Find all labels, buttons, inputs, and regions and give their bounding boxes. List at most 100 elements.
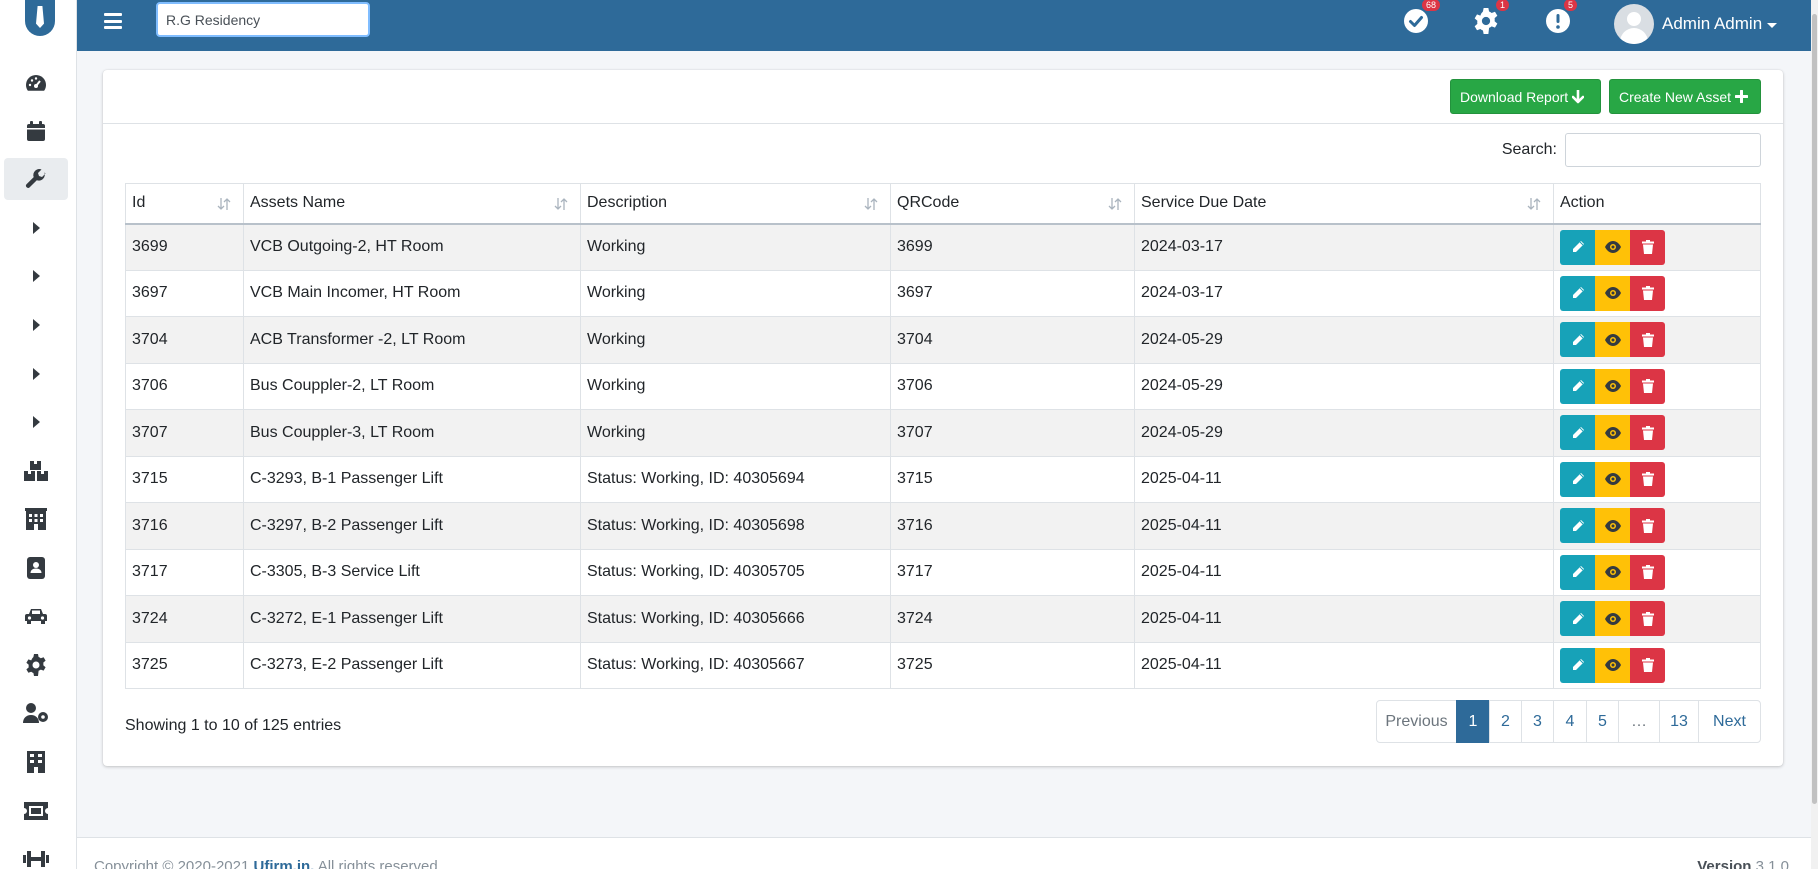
- building-icon: [27, 751, 45, 773]
- create-new-asset-button[interactable]: Create New Asset: [1609, 79, 1761, 114]
- footer-brand-link[interactable]: Ufirm.in.: [254, 858, 315, 869]
- pagination-previous[interactable]: Previous: [1376, 700, 1457, 743]
- site-selector-input[interactable]: [156, 2, 370, 37]
- sidebar-item-tickets[interactable]: [4, 790, 68, 832]
- trash-icon: [1641, 611, 1654, 626]
- card-header: Download Report Create New Asset: [103, 70, 1783, 124]
- delete-button[interactable]: [1630, 601, 1665, 637]
- cell-description: Status: Working, ID: 40305694: [580, 455, 891, 503]
- column-header-qrcode[interactable]: QRCode: [890, 183, 1135, 225]
- delete-button[interactable]: [1630, 229, 1665, 265]
- sidebar-item-settings[interactable]: [4, 644, 68, 686]
- cell-assets-name: C-3293, B-1 Passenger Lift: [243, 455, 581, 503]
- sidebar-item-vehicles[interactable]: [4, 595, 68, 637]
- delete-button[interactable]: [1630, 275, 1665, 311]
- pencil-icon: [1572, 612, 1584, 624]
- pagination-page-13[interactable]: 13: [1659, 700, 1699, 743]
- view-button[interactable]: [1595, 647, 1630, 683]
- column-header-assets-name[interactable]: Assets Name: [243, 183, 581, 225]
- arrow-down-icon: [1572, 89, 1585, 103]
- pagination-page-3[interactable]: 3: [1521, 700, 1554, 743]
- edit-button[interactable]: [1560, 368, 1595, 404]
- building-icon: [25, 508, 47, 530]
- table-row: 3725 C-3273, E-2 Passenger Lift Status: Wo…: [125, 641, 1761, 689]
- view-button[interactable]: [1595, 415, 1630, 451]
- sidebar-item-contacts[interactable]: [4, 547, 68, 589]
- sidebar-item-properties[interactable]: [4, 741, 68, 783]
- view-button[interactable]: [1595, 508, 1630, 544]
- settings-notification-button[interactable]: 1: [1472, 0, 1510, 35]
- assets-card: Download Report Create New Asset Search:…: [103, 70, 1783, 766]
- view-button[interactable]: [1595, 275, 1630, 311]
- pagination-page-1[interactable]: 1: [1456, 700, 1490, 743]
- tasks-notification-button[interactable]: 68: [1402, 0, 1441, 35]
- column-header-service-due-date[interactable]: Service Due Date: [1134, 183, 1554, 225]
- brand-logo[interactable]: [25, 0, 55, 36]
- hamburger-menu-icon[interactable]: [102, 11, 124, 31]
- cell-service-due-date: 2024-03-17: [1134, 223, 1554, 271]
- edit-button[interactable]: [1560, 229, 1595, 265]
- eye-icon: [1604, 333, 1621, 346]
- delete-button[interactable]: [1630, 368, 1665, 404]
- pagination-next[interactable]: Next: [1698, 700, 1761, 743]
- view-button[interactable]: [1595, 322, 1630, 358]
- table-row: 3715 C-3293, B-1 Passenger Lift Status: Wo…: [125, 455, 1761, 503]
- view-button[interactable]: [1595, 368, 1630, 404]
- delete-button[interactable]: [1630, 647, 1665, 683]
- sidebar-item-expand-3[interactable]: [4, 304, 68, 346]
- delete-button[interactable]: [1630, 554, 1665, 590]
- delete-button[interactable]: [1630, 322, 1665, 358]
- cell-assets-name: VCB Outgoing-2, HT Room: [243, 223, 581, 271]
- sidebar-item-calendar[interactable]: [4, 110, 68, 152]
- cell-action: [1553, 548, 1761, 596]
- cell-description: Working: [580, 409, 891, 457]
- sidebar-item-expand-1[interactable]: [4, 207, 68, 249]
- cell-service-due-date: 2025-04-11: [1134, 502, 1554, 550]
- column-header-id[interactable]: Id: [125, 183, 244, 225]
- sidebar-item-expand-5[interactable]: [4, 401, 68, 443]
- caret-right-icon: [33, 368, 40, 380]
- cell-id: 3707: [125, 409, 244, 457]
- row-actions: [1560, 229, 1754, 265]
- edit-button[interactable]: [1560, 601, 1595, 637]
- edit-button[interactable]: [1560, 275, 1595, 311]
- delete-button[interactable]: [1630, 415, 1665, 451]
- edit-button[interactable]: [1560, 415, 1595, 451]
- cell-service-due-date: 2024-03-17: [1134, 269, 1554, 317]
- row-actions: [1560, 368, 1754, 404]
- sidebar-item-buildings[interactable]: [4, 498, 68, 540]
- pagination-page-2[interactable]: 2: [1489, 700, 1522, 743]
- sidebar-item-expand-4[interactable]: [4, 353, 68, 395]
- pagination-page-5[interactable]: 5: [1586, 700, 1619, 743]
- search-input[interactable]: [1565, 133, 1761, 167]
- edit-button[interactable]: [1560, 647, 1595, 683]
- delete-button[interactable]: [1630, 461, 1665, 497]
- sidebar-item-gym[interactable]: [4, 838, 68, 869]
- cell-assets-name: C-3272, E-1 Passenger Lift: [243, 595, 581, 643]
- sidebar-item-assets[interactable]: [4, 158, 68, 200]
- sidebar-item-dashboard[interactable]: [4, 62, 68, 104]
- edit-button[interactable]: [1560, 508, 1595, 544]
- page-scrollbar[interactable]: [1811, 0, 1818, 869]
- edit-button[interactable]: [1560, 554, 1595, 590]
- view-button[interactable]: [1595, 601, 1630, 637]
- view-button[interactable]: [1595, 461, 1630, 497]
- delete-button[interactable]: [1630, 508, 1665, 544]
- cell-qrcode: 3716: [890, 502, 1135, 550]
- footer-copyright: Copyright © 2020-2021 Ufirm.in. All righ…: [94, 858, 442, 869]
- sidebar-item-user-settings[interactable]: [4, 692, 68, 734]
- column-header-description[interactable]: Description: [580, 183, 891, 225]
- user-menu[interactable]: Admin Admin: [1614, 4, 1778, 44]
- alerts-notification-button[interactable]: 5: [1544, 0, 1578, 35]
- cell-description: Status: Working, ID: 40305698: [580, 502, 891, 550]
- pagination-page-4[interactable]: 4: [1553, 700, 1587, 743]
- sidebar-item-inventory[interactable]: [4, 450, 68, 492]
- sidebar-item-expand-2[interactable]: [4, 255, 68, 297]
- view-button[interactable]: [1595, 229, 1630, 265]
- edit-button[interactable]: [1560, 322, 1595, 358]
- edit-button[interactable]: [1560, 461, 1595, 497]
- dumbbell-icon: [23, 851, 49, 867]
- download-report-button[interactable]: Download Report: [1450, 79, 1601, 114]
- search-label: Search:: [1501, 141, 1557, 158]
- view-button[interactable]: [1595, 554, 1630, 590]
